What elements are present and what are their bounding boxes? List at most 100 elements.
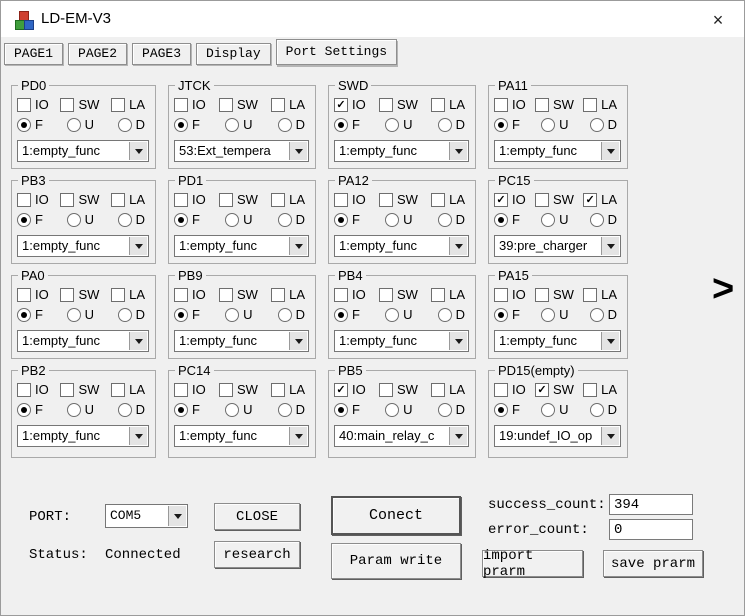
- func-dropdown[interactable]: 1:empty_func: [174, 330, 309, 352]
- radio-u[interactable]: [67, 118, 81, 132]
- checkbox-la[interactable]: [431, 98, 445, 112]
- param-write-button[interactable]: Param write: [331, 543, 461, 579]
- checkbox-io[interactable]: ✓: [334, 98, 348, 112]
- radio-u[interactable]: [67, 308, 81, 322]
- checkbox-la[interactable]: [431, 193, 445, 207]
- radio-d[interactable]: [438, 308, 452, 322]
- checkbox-la[interactable]: [271, 98, 285, 112]
- checkbox-sw[interactable]: [219, 383, 233, 397]
- func-dropdown[interactable]: 1:empty_func: [334, 235, 469, 257]
- radio-u[interactable]: [225, 403, 239, 417]
- checkbox-sw[interactable]: [60, 383, 74, 397]
- checkbox-io[interactable]: [174, 193, 188, 207]
- checkbox-io[interactable]: [17, 383, 31, 397]
- checkbox-io[interactable]: [494, 98, 508, 112]
- research-button[interactable]: research: [214, 541, 300, 568]
- checkbox-io[interactable]: [494, 288, 508, 302]
- tab-page1[interactable]: PAGE1: [4, 43, 63, 65]
- radio-f[interactable]: [17, 118, 31, 132]
- func-dropdown[interactable]: 1:empty_func: [17, 330, 149, 352]
- connect-button[interactable]: Conect: [331, 496, 461, 535]
- func-dropdown[interactable]: 1:empty_func: [17, 425, 149, 447]
- radio-f[interactable]: [334, 213, 348, 227]
- tab-page3[interactable]: PAGE3: [132, 43, 191, 65]
- checkbox-la[interactable]: [111, 288, 125, 302]
- radio-d[interactable]: [118, 403, 132, 417]
- tab-page2[interactable]: PAGE2: [68, 43, 127, 65]
- radio-d[interactable]: [278, 213, 292, 227]
- func-dropdown[interactable]: 53:Ext_tempera: [174, 140, 309, 162]
- save-param-button[interactable]: save prarm: [603, 550, 703, 577]
- checkbox-la[interactable]: [431, 383, 445, 397]
- func-dropdown[interactable]: 19:undef_IO_op: [494, 425, 621, 447]
- func-dropdown[interactable]: 39:pre_charger: [494, 235, 621, 257]
- checkbox-io[interactable]: [17, 193, 31, 207]
- radio-d[interactable]: [438, 403, 452, 417]
- radio-d[interactable]: [438, 118, 452, 132]
- radio-f[interactable]: [174, 403, 188, 417]
- radio-u[interactable]: [541, 118, 555, 132]
- radio-d[interactable]: [590, 403, 604, 417]
- radio-u[interactable]: [541, 213, 555, 227]
- func-dropdown[interactable]: 40:main_relay_c: [334, 425, 469, 447]
- checkbox-sw[interactable]: [379, 383, 393, 397]
- success-count-field[interactable]: [609, 494, 693, 515]
- checkbox-io[interactable]: [174, 383, 188, 397]
- checkbox-sw[interactable]: [535, 288, 549, 302]
- radio-u[interactable]: [67, 213, 81, 227]
- radio-f[interactable]: [17, 308, 31, 322]
- func-dropdown[interactable]: 1:empty_func: [174, 425, 309, 447]
- checkbox-sw[interactable]: [379, 288, 393, 302]
- radio-u[interactable]: [225, 118, 239, 132]
- radio-d[interactable]: [118, 308, 132, 322]
- radio-d[interactable]: [590, 118, 604, 132]
- radio-u[interactable]: [385, 118, 399, 132]
- checkbox-io[interactable]: [174, 98, 188, 112]
- checkbox-la[interactable]: [583, 383, 597, 397]
- radio-f[interactable]: [174, 213, 188, 227]
- func-dropdown[interactable]: 1:empty_func: [174, 235, 309, 257]
- radio-d[interactable]: [278, 118, 292, 132]
- tab-port-settings[interactable]: Port Settings: [276, 39, 397, 65]
- import-param-button[interactable]: import prarm: [482, 550, 583, 577]
- radio-f[interactable]: [334, 308, 348, 322]
- func-dropdown[interactable]: 1:empty_func: [494, 330, 621, 352]
- radio-f[interactable]: [17, 403, 31, 417]
- error-count-field[interactable]: [609, 519, 693, 540]
- radio-f[interactable]: [494, 118, 508, 132]
- radio-f[interactable]: [334, 118, 348, 132]
- checkbox-io[interactable]: [334, 193, 348, 207]
- checkbox-la[interactable]: [583, 288, 597, 302]
- checkbox-la[interactable]: [271, 288, 285, 302]
- radio-u[interactable]: [541, 308, 555, 322]
- radio-u[interactable]: [67, 403, 81, 417]
- radio-u[interactable]: [225, 213, 239, 227]
- checkbox-sw[interactable]: [379, 193, 393, 207]
- func-dropdown[interactable]: 1:empty_func: [334, 330, 469, 352]
- radio-d[interactable]: [590, 213, 604, 227]
- radio-u[interactable]: [225, 308, 239, 322]
- radio-d[interactable]: [590, 308, 604, 322]
- radio-u[interactable]: [541, 403, 555, 417]
- radio-d[interactable]: [438, 213, 452, 227]
- radio-f[interactable]: [494, 403, 508, 417]
- radio-d[interactable]: [118, 213, 132, 227]
- checkbox-sw[interactable]: [535, 98, 549, 112]
- radio-f[interactable]: [174, 308, 188, 322]
- radio-f[interactable]: [334, 403, 348, 417]
- checkbox-sw[interactable]: [60, 98, 74, 112]
- radio-d[interactable]: [118, 118, 132, 132]
- checkbox-io[interactable]: ✓: [334, 383, 348, 397]
- checkbox-la[interactable]: [431, 288, 445, 302]
- checkbox-la[interactable]: [111, 383, 125, 397]
- checkbox-la[interactable]: [111, 98, 125, 112]
- radio-u[interactable]: [385, 213, 399, 227]
- func-dropdown[interactable]: 1:empty_func: [17, 235, 149, 257]
- func-dropdown[interactable]: 1:empty_func: [334, 140, 469, 162]
- checkbox-la[interactable]: [271, 383, 285, 397]
- checkbox-io[interactable]: [17, 288, 31, 302]
- radio-f[interactable]: [17, 213, 31, 227]
- checkbox-la[interactable]: [583, 98, 597, 112]
- radio-d[interactable]: [278, 308, 292, 322]
- radio-f[interactable]: [494, 213, 508, 227]
